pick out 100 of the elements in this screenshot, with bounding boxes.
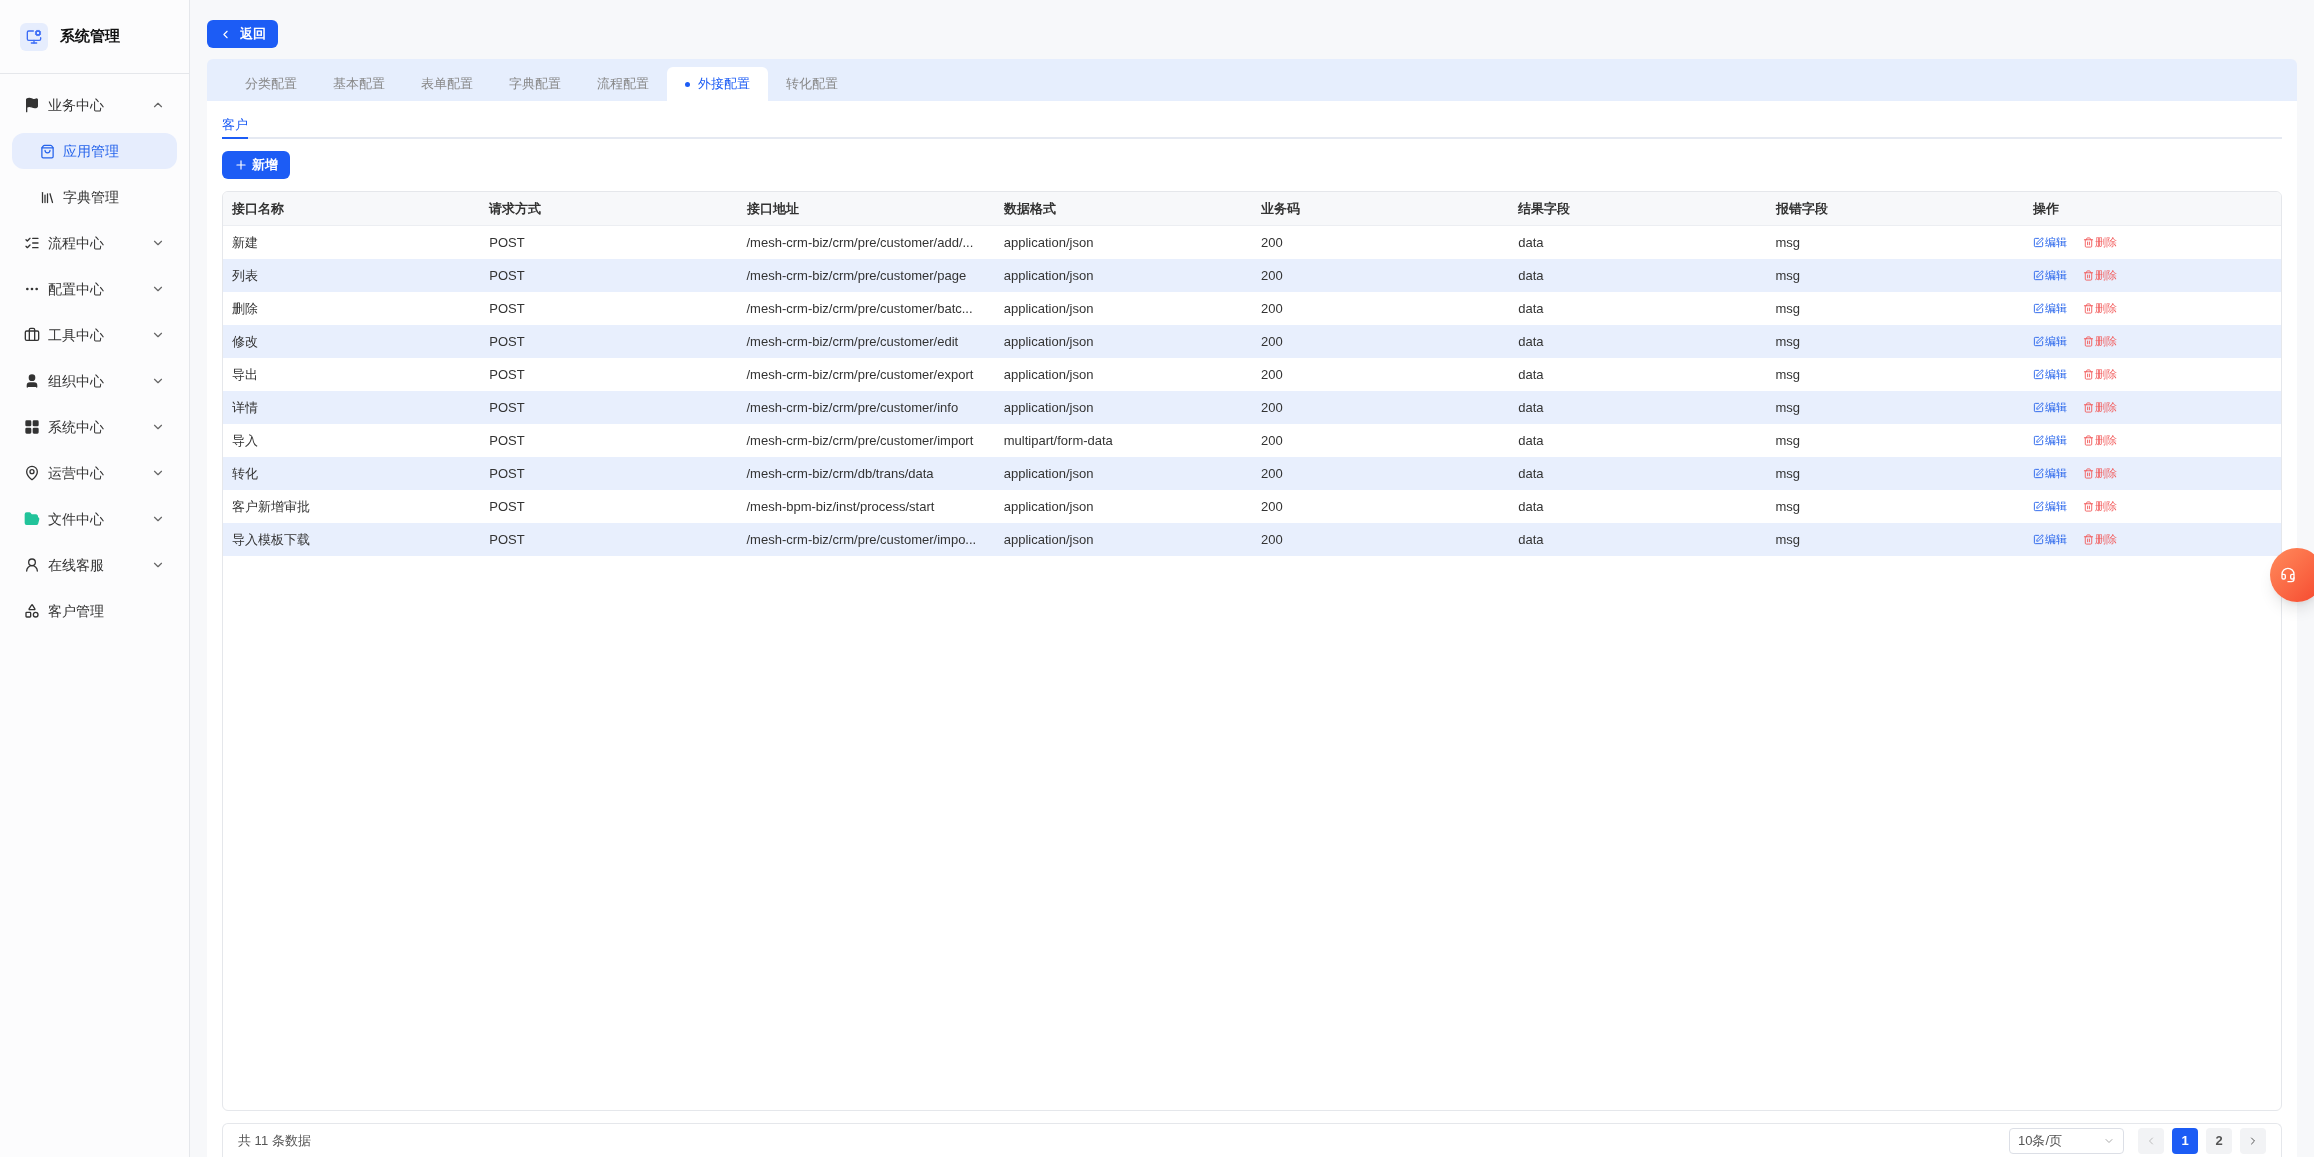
menu-item-icon xyxy=(24,603,40,619)
menu-item-icon xyxy=(24,327,40,343)
sidebar-group-item[interactable]: 文件中心 xyxy=(12,496,177,542)
menu-item-icon xyxy=(40,143,55,159)
edit-link[interactable]: 编辑 xyxy=(2032,399,2067,416)
table-cell-text: application/json xyxy=(1002,497,1095,516)
table-cell-text: 客户新增审批 xyxy=(231,497,311,516)
table-cell-text: POST xyxy=(488,398,526,417)
table-cell-text: msg xyxy=(1774,332,1802,351)
delete-link[interactable]: 删除 xyxy=(2082,399,2117,416)
trash-icon xyxy=(2082,468,2094,479)
table-cell-text: data xyxy=(1517,332,1545,351)
column-header: 接口地址 xyxy=(745,199,800,218)
sidebar-group-item[interactable]: 业务中心 xyxy=(12,82,177,128)
table-cell-text: 导入 xyxy=(231,431,259,450)
delete-link[interactable]: 删除 xyxy=(2082,432,2117,449)
config-tab[interactable]: 转化配置 xyxy=(768,67,856,101)
column-header: 报错字段 xyxy=(1774,199,1829,218)
delete-link[interactable]: 删除 xyxy=(2082,465,2117,482)
table-cell-text: 200 xyxy=(1260,431,1284,450)
back-button[interactable]: 返回 xyxy=(207,20,278,48)
table-cell-text: 200 xyxy=(1260,398,1284,417)
sidebar-sub-item[interactable]: 字典管理 xyxy=(12,179,177,215)
table-cell-text: 200 xyxy=(1260,530,1284,549)
table-cell-text: data xyxy=(1517,233,1545,252)
edit-link[interactable]: 编辑 xyxy=(2032,333,2067,350)
sub-tab[interactable]: 客户 xyxy=(222,113,248,139)
table-cell-text: /mesh-crm-biz/crm/pre/customer/page xyxy=(745,266,968,285)
sidebar-group-item[interactable]: 工具中心 xyxy=(12,312,177,358)
edit-link[interactable]: 编辑 xyxy=(2032,366,2067,383)
config-tab[interactable]: 表单配置 xyxy=(403,67,491,101)
table-cell-text: 详情 xyxy=(231,398,259,417)
page-size-select[interactable]: 10条/页 xyxy=(2009,1127,2124,1154)
sidebar-group-item[interactable]: 流程中心 xyxy=(12,220,177,266)
config-tab[interactable]: 基本配置 xyxy=(315,67,403,101)
table-cell-text: msg xyxy=(1774,299,1802,318)
edit-icon xyxy=(2032,435,2044,446)
edit-link[interactable]: 编辑 xyxy=(2032,432,2067,449)
sidebar-group-item[interactable]: 运营中心 xyxy=(12,450,177,496)
table-cell-text: /mesh-bpm-biz/inst/process/start xyxy=(745,497,936,516)
table-cell-text: msg xyxy=(1774,398,1802,417)
table-cell-text: /mesh-crm-biz/crm/pre/customer/batc... xyxy=(745,299,974,318)
page-button[interactable]: 1 xyxy=(2172,1127,2198,1154)
table-cell-text: 删除 xyxy=(231,299,259,318)
table-cell-text: data xyxy=(1517,365,1545,384)
edit-link[interactable]: 编辑 xyxy=(2032,498,2067,515)
table-cell-text: data xyxy=(1517,299,1545,318)
table-cell-text: msg xyxy=(1774,530,1802,549)
sidebar-group-item[interactable]: 组织中心 xyxy=(12,358,177,404)
delete-link[interactable]: 删除 xyxy=(2082,300,2117,317)
delete-link[interactable]: 删除 xyxy=(2082,267,2117,284)
prev-page-button[interactable] xyxy=(2138,1127,2164,1154)
edit-link[interactable]: 编辑 xyxy=(2032,531,2067,548)
table-cell-text: /mesh-crm-biz/crm/pre/customer/impo... xyxy=(745,530,978,549)
table-cell-text: data xyxy=(1517,464,1545,483)
table-cell-text: 200 xyxy=(1260,332,1284,351)
delete-link[interactable]: 删除 xyxy=(2082,234,2117,251)
edit-link[interactable]: 编辑 xyxy=(2032,300,2067,317)
sidebar-group-item[interactable]: 系统中心 xyxy=(12,404,177,450)
table-cell-text: 新建 xyxy=(231,233,259,252)
config-tab[interactable]: 流程配置 xyxy=(579,67,667,101)
table-cell-text: data xyxy=(1517,266,1545,285)
edit-link[interactable]: 编辑 xyxy=(2032,234,2067,251)
menu-item-icon xyxy=(24,557,40,573)
edit-icon xyxy=(2032,303,2044,314)
sidebar-group-item[interactable]: 配置中心 xyxy=(12,266,177,312)
edit-link[interactable]: 编辑 xyxy=(2032,267,2067,284)
table-cell-text: 200 xyxy=(1260,365,1284,384)
sidebar-sub-item[interactable]: 应用管理 xyxy=(12,133,177,169)
table-cell-text: POST xyxy=(488,266,526,285)
table-cell-text: msg xyxy=(1774,365,1802,384)
next-page-button[interactable] xyxy=(2240,1127,2266,1154)
delete-link[interactable]: 删除 xyxy=(2082,333,2117,350)
sidebar-group-item[interactable]: 在线客服 xyxy=(12,542,177,588)
table-cell-text: 200 xyxy=(1260,464,1284,483)
edit-icon xyxy=(2032,336,2044,347)
table-cell-text: /mesh-crm-biz/crm/pre/customer/add/... xyxy=(745,233,975,252)
table-cell-text: data xyxy=(1517,431,1545,450)
table-cell-text: POST xyxy=(488,233,526,252)
column-header: 接口名称 xyxy=(231,199,285,218)
table-cell-text: application/json xyxy=(1002,398,1095,417)
config-tab[interactable]: 分类配置 xyxy=(227,67,315,101)
config-tab[interactable]: 字典配置 xyxy=(491,67,579,101)
delete-link[interactable]: 删除 xyxy=(2082,498,2117,515)
delete-link[interactable]: 删除 xyxy=(2082,531,2117,548)
trash-icon xyxy=(2082,303,2094,314)
sidebar-group-item[interactable]: 客户管理 xyxy=(12,588,177,634)
table-cell-text: POST xyxy=(488,299,526,318)
table-cell-text: 转化 xyxy=(231,464,259,483)
menu-item-icon xyxy=(24,419,40,435)
table-cell-text: POST xyxy=(488,431,526,450)
table-cell-text: POST xyxy=(488,332,526,351)
edit-link[interactable]: 编辑 xyxy=(2032,465,2067,482)
delete-link[interactable]: 删除 xyxy=(2082,366,2117,383)
table-cell-text: /mesh-crm-biz/crm/pre/customer/import xyxy=(745,431,975,450)
config-tab[interactable]: 外接配置 xyxy=(667,67,768,101)
page-button[interactable]: 2 xyxy=(2206,1127,2232,1154)
add-button[interactable]: 新增 xyxy=(222,151,290,179)
table-cell-text: application/json xyxy=(1002,530,1095,549)
menu-item-icon xyxy=(24,97,40,113)
